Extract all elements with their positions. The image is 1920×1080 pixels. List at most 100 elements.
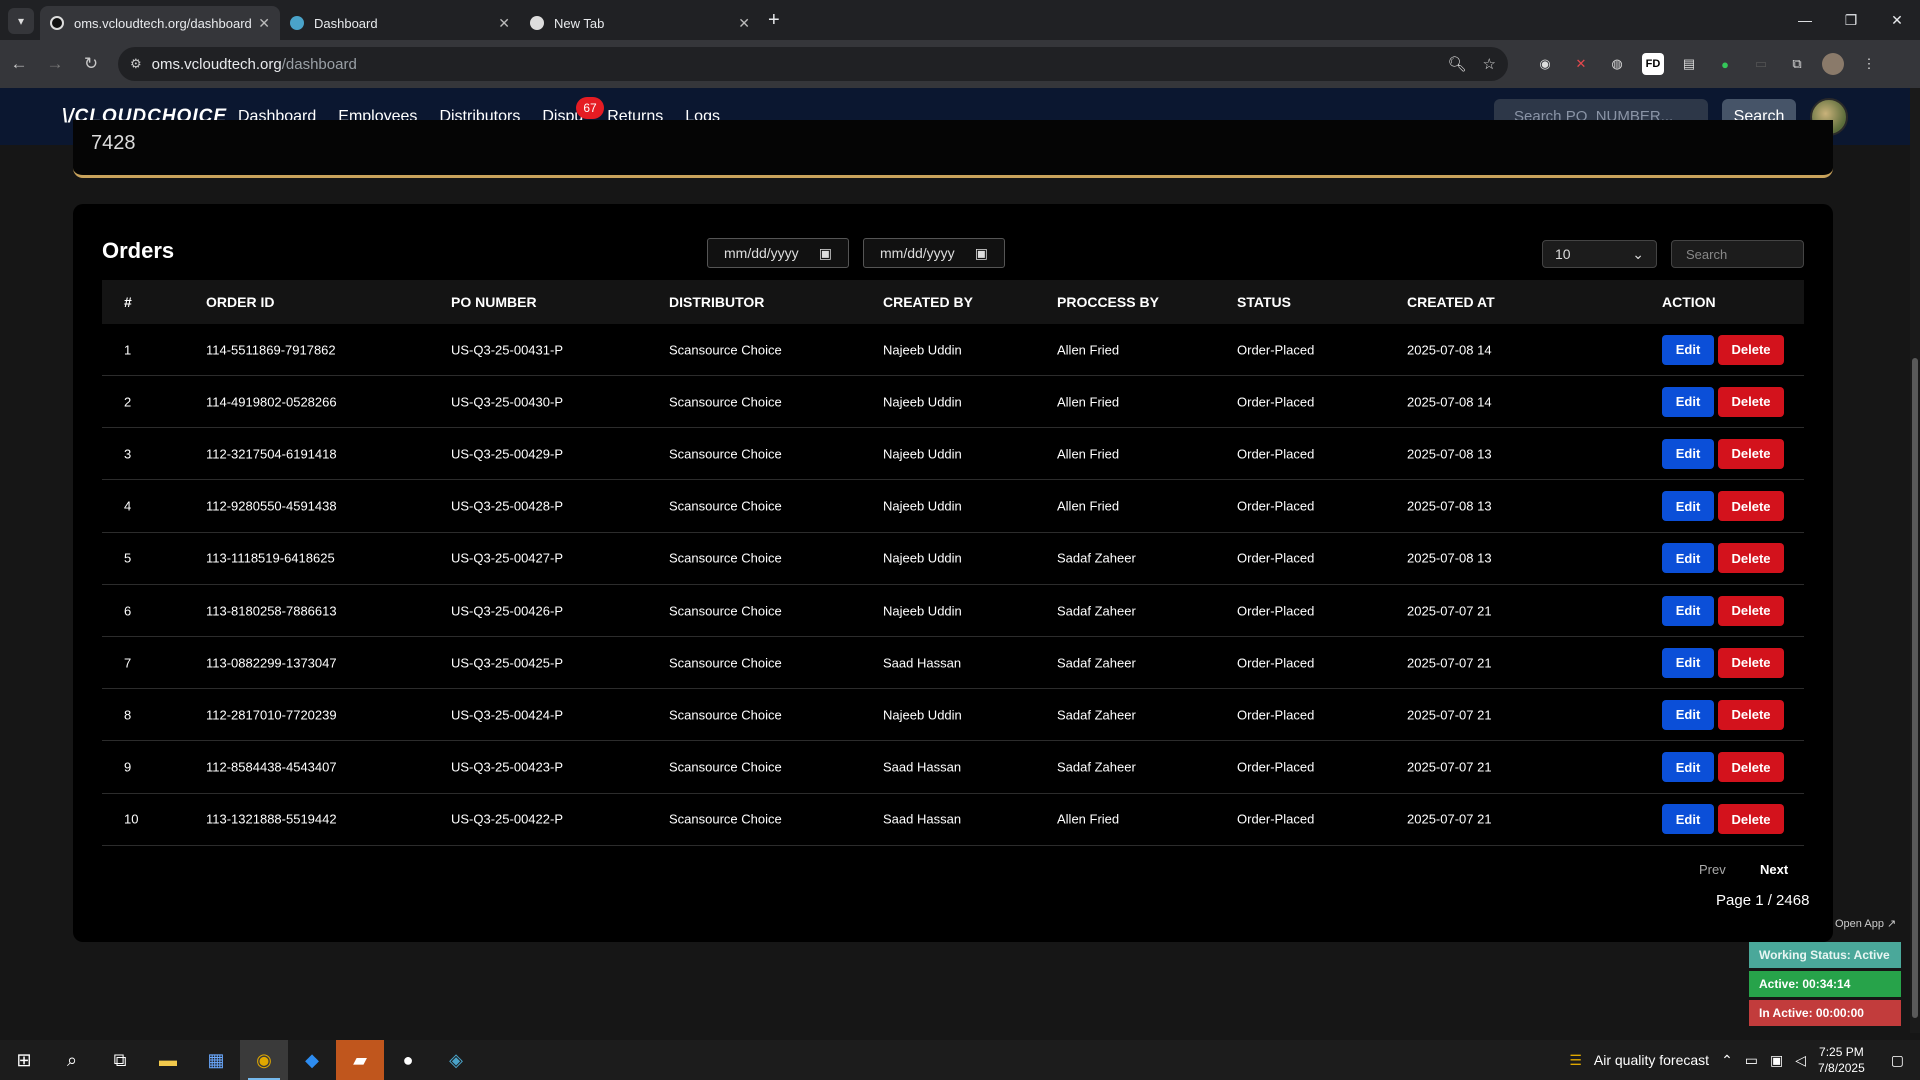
edit-button[interactable]: Edit <box>1662 595 1714 626</box>
store-icon[interactable]: ▦ <box>192 1040 240 1080</box>
edit-button[interactable]: Edit <box>1662 334 1714 365</box>
extension-x-icon[interactable]: ✕ <box>1570 53 1592 75</box>
task-view-icon[interactable]: ⧉ <box>96 1040 144 1080</box>
delete-button[interactable]: Delete <box>1718 386 1784 417</box>
open-app-link[interactable]: Open App ↗ <box>1835 917 1896 930</box>
close-icon[interactable]: ✕ <box>498 15 510 32</box>
restore-icon[interactable]: ❐ <box>1828 0 1874 40</box>
cell-index: 8 <box>124 707 132 723</box>
url-path: /dashboard <box>281 55 357 73</box>
reload-icon[interactable]: ↻ <box>74 47 108 81</box>
cell-order-id: 114-5511869-7917862 <box>206 342 336 357</box>
close-window-icon[interactable]: ✕ <box>1874 0 1920 40</box>
delete-button[interactable]: Delete <box>1718 543 1784 574</box>
edit-button[interactable]: Edit <box>1662 438 1714 469</box>
edit-button[interactable]: Edit <box>1662 386 1714 417</box>
cell-created-at: 2025-07-08 14 <box>1407 342 1492 357</box>
bookmark-star-icon[interactable]: ☆ <box>1483 55 1496 73</box>
delete-button[interactable]: Delete <box>1718 438 1784 469</box>
more-menu-icon[interactable]: ⋮ <box>1858 53 1880 75</box>
date-to-text: mm/dd/yyyy <box>880 245 955 261</box>
extension-fd-icon[interactable]: FD <box>1642 53 1664 75</box>
scrollbar-thumb[interactable] <box>1912 358 1918 1018</box>
prev-button[interactable]: Prev <box>1699 862 1726 877</box>
clock[interactable]: 7:25 PM 7/8/2025 <box>1818 1044 1865 1076</box>
extension-rect-icon[interactable]: ▭ <box>1750 53 1772 75</box>
delete-button[interactable]: Delete <box>1718 334 1784 365</box>
cell-created-by: Najeeb Uddin <box>883 707 962 723</box>
network-icon[interactable]: ▣ <box>1770 1052 1783 1069</box>
cell-status: Order-Placed <box>1237 811 1315 827</box>
col-distributor: DISTRIBUTOR <box>669 294 765 310</box>
forward-arrow-icon[interactable]: → <box>38 47 72 81</box>
close-icon[interactable]: ✕ <box>258 15 270 32</box>
edit-button[interactable]: Edit <box>1662 491 1714 522</box>
zoom-icon[interactable]: 🔍︎ <box>1448 55 1467 73</box>
tab-search-button[interactable]: ▾ <box>8 8 34 34</box>
edit-button[interactable]: Edit <box>1662 543 1714 574</box>
back-arrow-icon[interactable]: ← <box>2 47 36 81</box>
edit-button[interactable]: Edit <box>1662 647 1714 678</box>
profile-avatar-icon[interactable] <box>1822 53 1844 75</box>
cloud-app-icon[interactable]: ◈ <box>432 1040 480 1080</box>
chrome-icon[interactable]: ◉ <box>240 1040 288 1080</box>
zoho-icon[interactable]: ▰ <box>336 1040 384 1080</box>
col-po-number: PO NUMBER <box>451 294 537 310</box>
weather-icon[interactable]: ☰ <box>1569 1052 1582 1069</box>
address-bar[interactable]: ⚙ oms.vcloudtech.org/dashboard 🔍︎ ☆ <box>118 47 1508 81</box>
date-from-input[interactable]: mm/dd/yyyy ▣ <box>707 238 849 268</box>
page-info: Page 1 / 2468 <box>1716 892 1810 909</box>
extension-glasses-icon[interactable]: ◉ <box>1534 53 1556 75</box>
cell-po-number: US-Q3-25-00426-P <box>451 603 563 618</box>
chevron-down-icon: ⌄ <box>1632 245 1644 262</box>
page-size-select[interactable]: 10 ⌄ <box>1542 240 1657 268</box>
delete-button[interactable]: Delete <box>1718 647 1784 678</box>
extension-card-icon[interactable]: ▤ <box>1678 53 1700 75</box>
notification-icon[interactable]: ▢ <box>1891 1052 1904 1069</box>
table-row: 7 113-0882299-1373047 US-Q3-25-00425-P Scan… <box>102 637 1804 690</box>
cell-distributor: Scansource Choice <box>669 498 782 514</box>
tab-dashboard[interactable]: Dashboard ✕ <box>280 6 520 40</box>
tray-chevron-icon[interactable]: ⌃ <box>1721 1052 1733 1069</box>
page-scrollbar[interactable] <box>1910 88 1920 1033</box>
windows-start-icon[interactable]: ⊞ <box>0 1040 48 1080</box>
cell-status: Order-Placed <box>1237 603 1315 618</box>
cell-po-number: US-Q3-25-00428-P <box>451 498 563 514</box>
next-button[interactable]: Next <box>1760 862 1788 877</box>
cell-order-id: 113-8180258-7886613 <box>206 603 337 618</box>
search-icon[interactable]: ⌕ <box>48 1040 96 1080</box>
calendar-icon[interactable]: ▣ <box>975 245 988 262</box>
close-icon[interactable]: ✕ <box>738 15 750 32</box>
new-tab-button[interactable]: + <box>768 9 780 32</box>
volume-icon[interactable]: ◁ <box>1795 1052 1806 1069</box>
tab-oms-dashboard[interactable]: oms.vcloudtech.org/dashboard ✕ <box>40 6 280 40</box>
delete-button[interactable]: Delete <box>1718 804 1784 835</box>
extension-green-icon[interactable]: ● <box>1714 53 1736 75</box>
extension-globe-icon[interactable]: ◍ <box>1606 53 1628 75</box>
delete-button[interactable]: Delete <box>1718 752 1784 783</box>
cell-status: Order-Placed <box>1237 498 1315 514</box>
vscode-icon[interactable]: ◆ <box>288 1040 336 1080</box>
weather-text[interactable]: Air quality forecast <box>1594 1052 1709 1068</box>
edit-button[interactable]: Edit <box>1662 752 1714 783</box>
delete-button[interactable]: Delete <box>1718 595 1784 626</box>
date-to-input[interactable]: mm/dd/yyyy ▣ <box>863 238 1005 268</box>
site-info-icon[interactable]: ⚙ <box>130 56 142 72</box>
cell-distributor: Scansource Choice <box>669 550 782 566</box>
tab-new-tab[interactable]: New Tab ✕ <box>520 6 760 40</box>
extensions-puzzle-icon[interactable]: ⧉ <box>1786 53 1808 75</box>
table-row: 9 112-8584438-4543407 US-Q3-25-00423-P Scan… <box>102 742 1804 794</box>
delete-button[interactable]: Delete <box>1718 491 1784 522</box>
cell-created-at: 2025-07-07 21 <box>1407 707 1492 723</box>
calendar-icon[interactable]: ▣ <box>819 245 832 262</box>
minimize-icon[interactable]: — <box>1782 0 1828 40</box>
edit-button[interactable]: Edit <box>1662 804 1714 835</box>
battery-icon[interactable]: ▭ <box>1745 1052 1758 1069</box>
cell-status: Order-Placed <box>1237 446 1315 462</box>
delete-button[interactable]: Delete <box>1718 699 1784 730</box>
chrome-icon <box>530 16 544 30</box>
table-search-input[interactable]: Search <box>1671 240 1804 268</box>
app-leaf-icon[interactable]: ● <box>384 1040 432 1080</box>
file-explorer-icon[interactable]: ▬ <box>144 1040 192 1080</box>
edit-button[interactable]: Edit <box>1662 699 1714 730</box>
